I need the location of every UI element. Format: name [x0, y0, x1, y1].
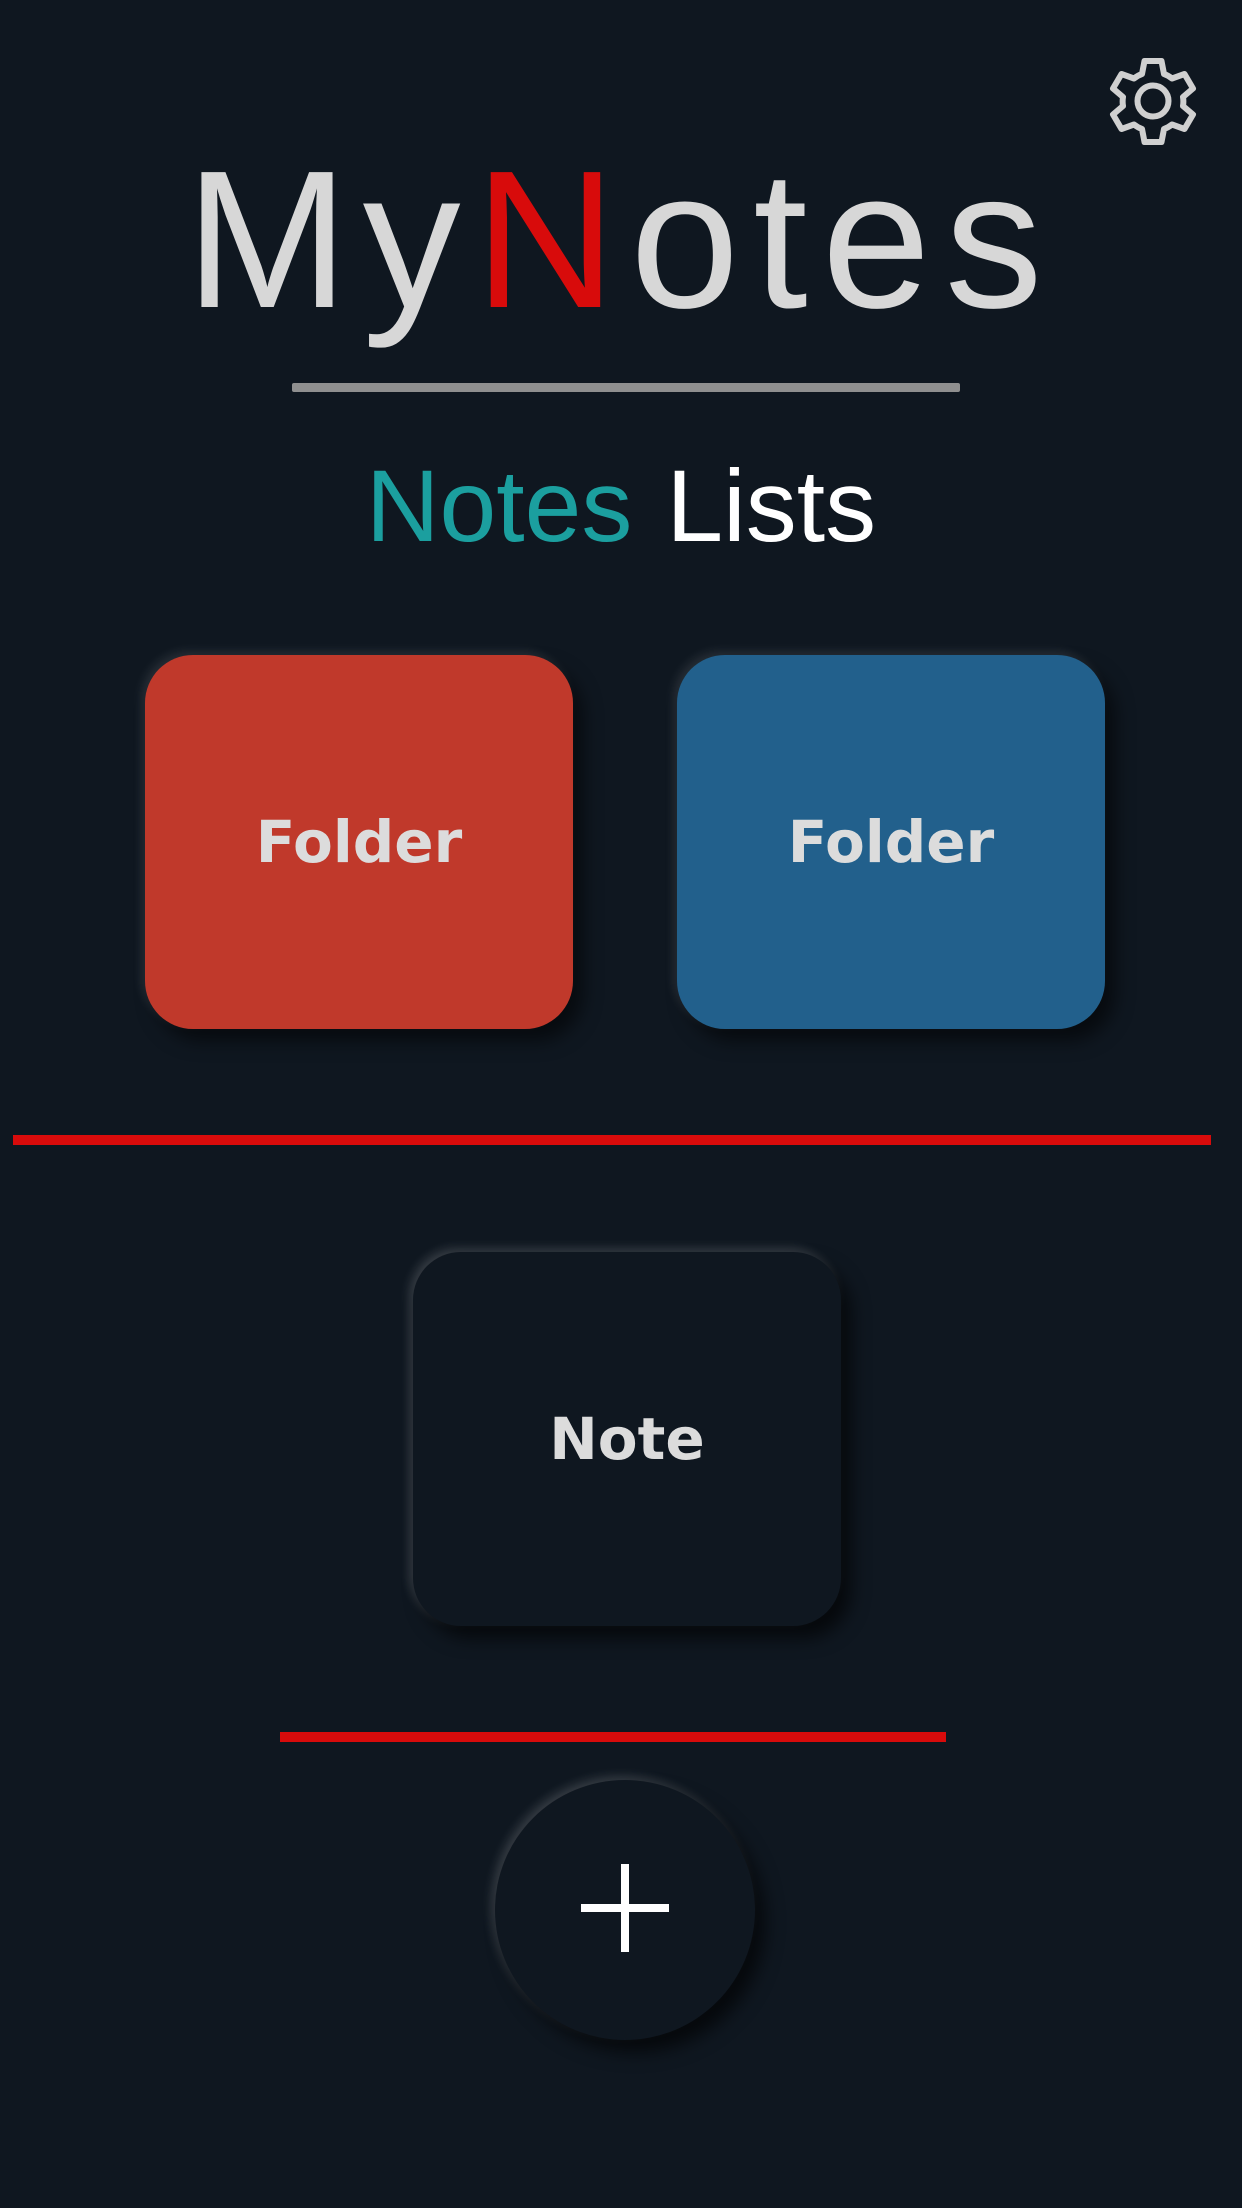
app-title: MyNotes: [0, 140, 1242, 340]
tab-notes[interactable]: Notes: [366, 446, 632, 566]
app-title-part1: My: [185, 130, 475, 349]
bottom-divider: [280, 1732, 946, 1742]
title-underline: [292, 383, 960, 392]
folder-label: Folder: [787, 808, 995, 876]
tab-bar: Notes Lists: [0, 446, 1242, 566]
notes-home-screen: MyNotes Notes Lists Folder Folder Note: [0, 0, 1242, 2208]
folder-card-red[interactable]: Folder: [145, 655, 573, 1029]
tab-lists[interactable]: Lists: [666, 446, 876, 566]
note-label: Note: [549, 1405, 705, 1473]
folder-label: Folder: [255, 808, 463, 876]
note-card[interactable]: Note: [413, 1252, 841, 1626]
add-button[interactable]: [495, 1780, 755, 2040]
section-divider: [13, 1135, 1211, 1145]
folder-card-blue[interactable]: Folder: [677, 655, 1105, 1029]
app-title-accent-letter: N: [474, 130, 631, 349]
plus-icon: [575, 1858, 675, 1962]
app-title-part2: otes: [630, 130, 1057, 349]
